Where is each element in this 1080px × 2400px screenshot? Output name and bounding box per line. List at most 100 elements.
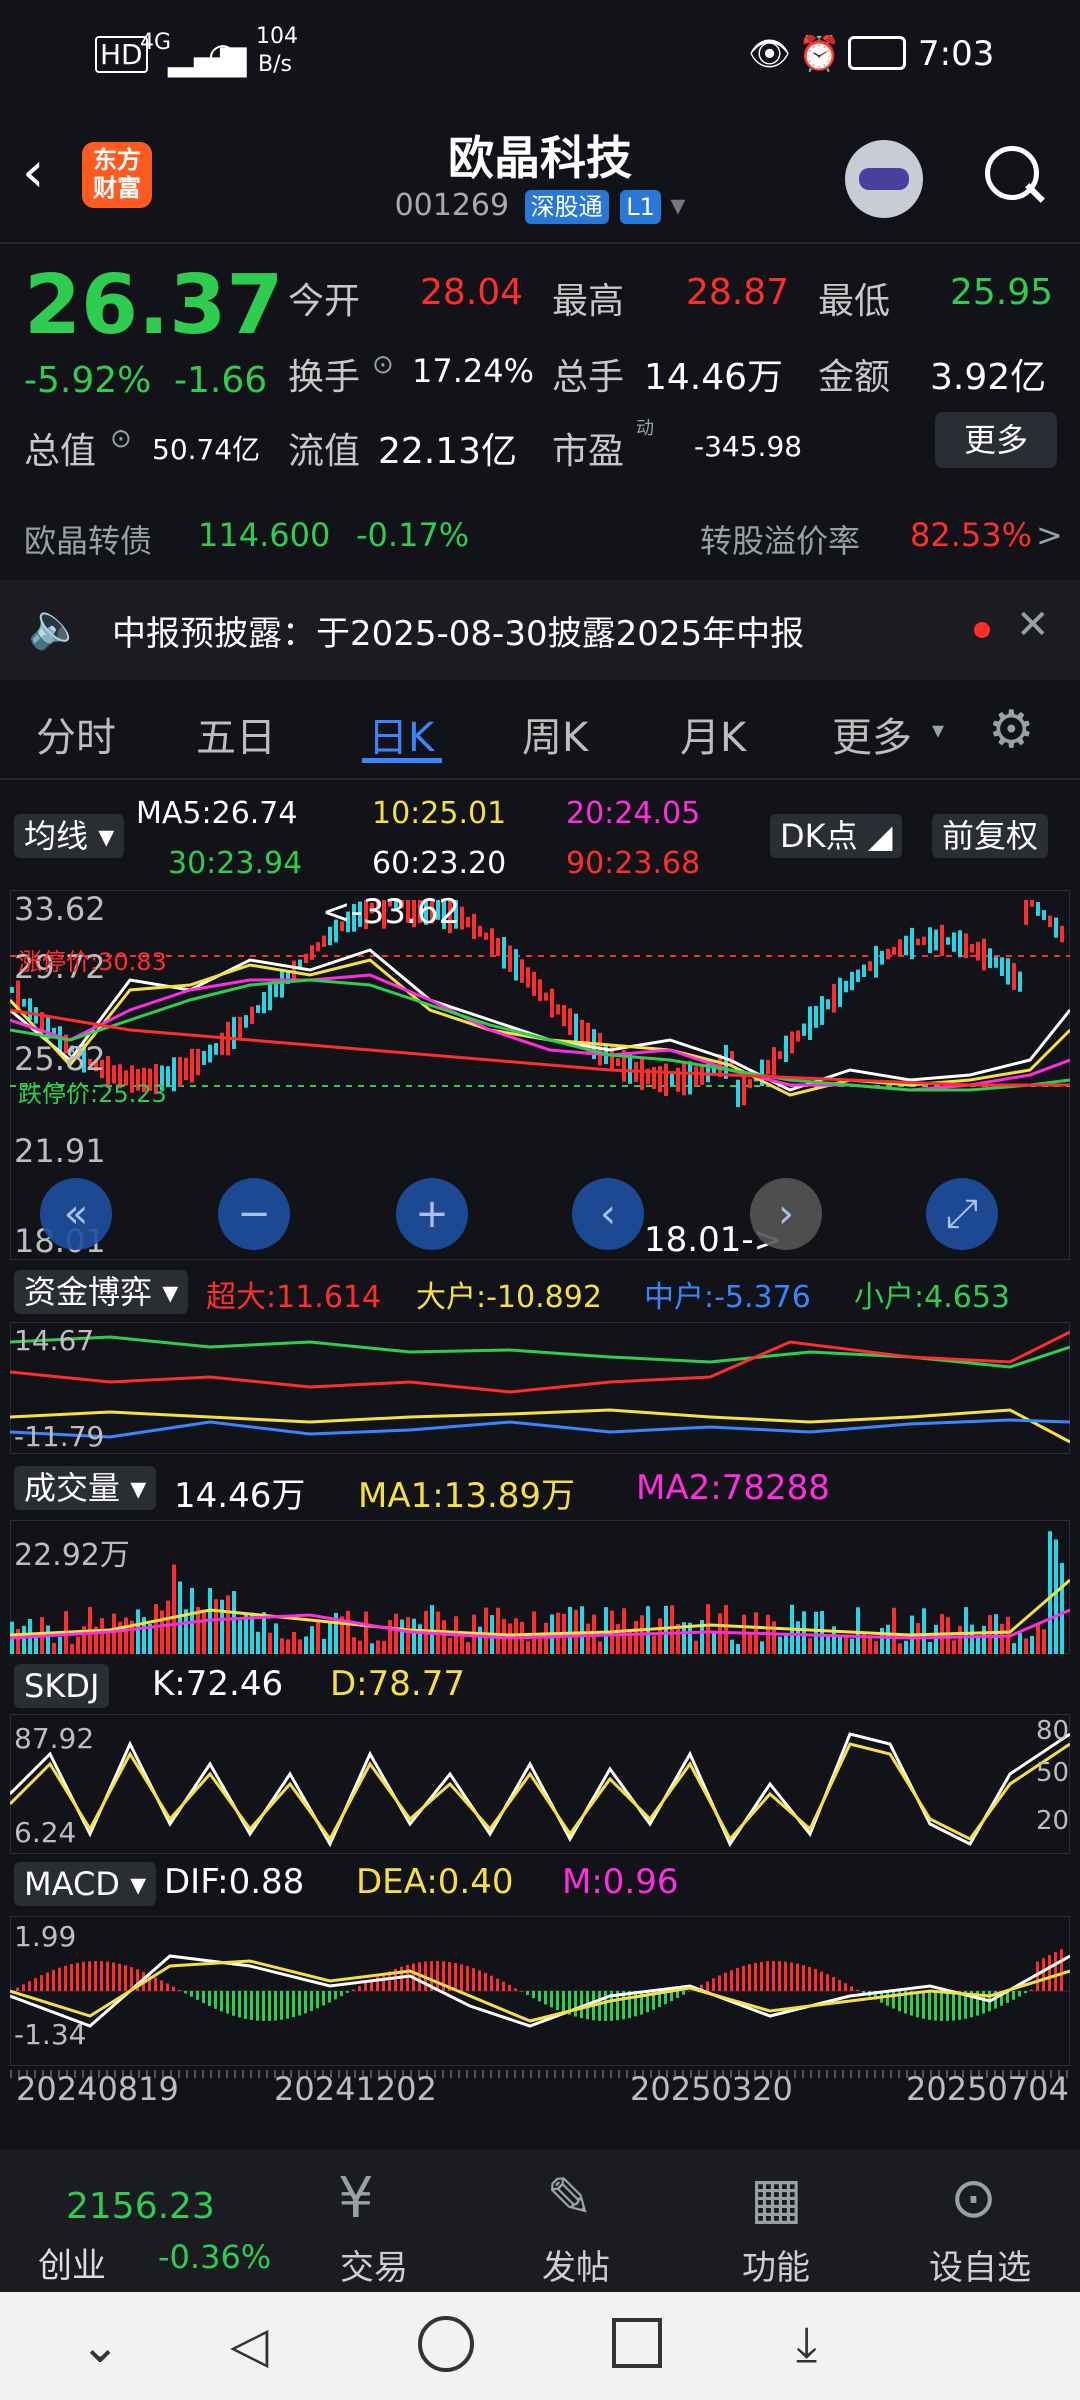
zoom-in-icon[interactable]: + (396, 1178, 468, 1250)
volume-bar (364, 1611, 368, 1654)
recents-icon[interactable] (612, 2318, 662, 2368)
volume-bar (982, 1625, 986, 1654)
back-triangle-icon[interactable]: ◁ (230, 2316, 268, 2374)
tab-rik[interactable]: 日K (368, 705, 434, 763)
volume-bar (100, 1618, 104, 1654)
ma-chip[interactable]: 均线 ▾ (14, 814, 125, 858)
tab-yuek[interactable]: 月K (680, 705, 746, 763)
index-value[interactable]: 2156.23 (66, 2186, 215, 2227)
home-icon[interactable] (418, 2316, 474, 2372)
grid-icon[interactable]: ▦ (750, 2166, 803, 2231)
tab-zhouk[interactable]: 周K (522, 705, 588, 763)
macd-bar (724, 1972, 727, 1991)
fund-flow-chip-label: 资金博弈 (24, 1273, 153, 1311)
fund-super: 超大:11.614 (206, 1280, 382, 1315)
macd-bar (124, 1965, 127, 1991)
candle (670, 1074, 674, 1086)
tab-wuri[interactable]: 五日 (196, 705, 276, 763)
fullscreen-icon[interactable]: ⤢ (926, 1178, 998, 1250)
macd-bar (796, 1963, 799, 1991)
candle (22, 999, 26, 1007)
candle (772, 1047, 776, 1076)
float-value: 22.13亿 (378, 431, 518, 472)
volume-chart[interactable] (10, 1520, 1070, 1654)
chevron-right-icon[interactable]: > (1036, 516, 1063, 554)
gear-icon[interactable]: ⚙ (988, 700, 1035, 760)
index-name[interactable]: 创业 (38, 2238, 106, 2287)
volume-bar (226, 1595, 230, 1654)
fund-y-bottom: -11.79 (14, 1420, 105, 1453)
premium-label: 转股溢价率 (700, 522, 861, 560)
volume-bar (70, 1643, 74, 1654)
macd-chart[interactable] (10, 1916, 1070, 2066)
volume-bar (634, 1621, 638, 1654)
candle (508, 945, 512, 972)
fund-flow-chip[interactable]: 资金博弈 ▾ (14, 1270, 189, 1314)
volume-bar (586, 1623, 590, 1654)
volume-bar (292, 1631, 296, 1654)
volume-bar (1024, 1638, 1028, 1654)
volume-chip[interactable]: 成交量 ▾ (14, 1466, 157, 1510)
more-dots-icon[interactable]: ⊙ (950, 2166, 997, 2231)
macd-chip[interactable]: MACD ▾ (14, 1862, 157, 1906)
tab-fenshi[interactable]: 分时 (36, 705, 116, 763)
tab-more[interactable]: 更多 (832, 705, 912, 763)
volume-bar (652, 1635, 656, 1654)
more-button[interactable]: 更多 (935, 412, 1057, 468)
candle (964, 933, 968, 959)
close-icon[interactable]: ✕ (1016, 602, 1050, 648)
candle (916, 938, 920, 946)
nav-post[interactable]: 发帖 (506, 2240, 646, 2289)
adjust-chip[interactable]: 前复权 (932, 814, 1049, 858)
post-icon[interactable]: ✎ (546, 2166, 593, 2231)
candle (616, 1058, 620, 1067)
stock-code: 001269 (394, 188, 510, 223)
macd-bar (58, 1967, 61, 1991)
macd-bar (298, 1991, 301, 2016)
scroll-left-fast-icon[interactable]: « (40, 1178, 112, 1250)
chevron-down-icon[interactable]: ▾ (670, 188, 685, 223)
volume-bar (400, 1619, 404, 1654)
nav-trade[interactable]: 交易 (304, 2240, 444, 2289)
macd-bar (322, 1991, 325, 2006)
chevron-right-icon[interactable]: › (750, 1178, 822, 1250)
volume-bar (850, 1638, 854, 1654)
dropdown-icon[interactable]: ▾ (932, 716, 944, 744)
dk-chip[interactable]: DK点 ◢ (770, 814, 903, 858)
volume-bar (124, 1617, 128, 1654)
volume-bar (658, 1618, 662, 1654)
volume-bar (496, 1607, 500, 1654)
volume-bar (808, 1638, 812, 1654)
candle (640, 1058, 644, 1090)
nav-function[interactable]: 功能 (706, 2240, 846, 2289)
date-2: 20241202 (274, 2070, 437, 2108)
macd-bar (820, 1971, 823, 1991)
candle (490, 928, 494, 955)
info-icon[interactable]: ⊙ (372, 350, 394, 380)
macd-bar (52, 1969, 55, 1991)
index-change[interactable]: -0.36% (158, 2238, 271, 2276)
info-icon[interactable]: ⊙ (110, 424, 132, 454)
candle (982, 938, 986, 971)
candle (874, 945, 878, 978)
download-icon[interactable]: ⤓ (796, 2316, 817, 2373)
skdj-chip[interactable]: SKDJ (14, 1664, 110, 1708)
collapse-icon[interactable]: ⌄ (80, 2318, 120, 2374)
candle (1018, 971, 1022, 992)
nav-add-watchlist[interactable]: 设自选 (910, 2240, 1050, 2289)
open-value: 28.04 (420, 272, 524, 313)
trade-icon[interactable]: ¥ (338, 2166, 374, 2231)
volume-bar (892, 1607, 896, 1654)
candle (844, 980, 848, 993)
macd-bar (274, 1991, 277, 2021)
zoom-out-icon[interactable]: − (218, 1178, 290, 1250)
robot-avatar-icon[interactable] (845, 140, 923, 218)
candle (832, 983, 836, 1013)
system-nav-bar (0, 2292, 1080, 2400)
chevron-left-icon[interactable]: ‹ (572, 1178, 644, 1250)
kline-chart[interactable] (10, 890, 1070, 1260)
fund-flow-chart[interactable] (10, 1322, 1070, 1454)
macd-y-bottom: -1.34 (14, 2018, 87, 2051)
signal-label: 4G (140, 30, 172, 55)
skdj-chart[interactable] (10, 1714, 1070, 1854)
